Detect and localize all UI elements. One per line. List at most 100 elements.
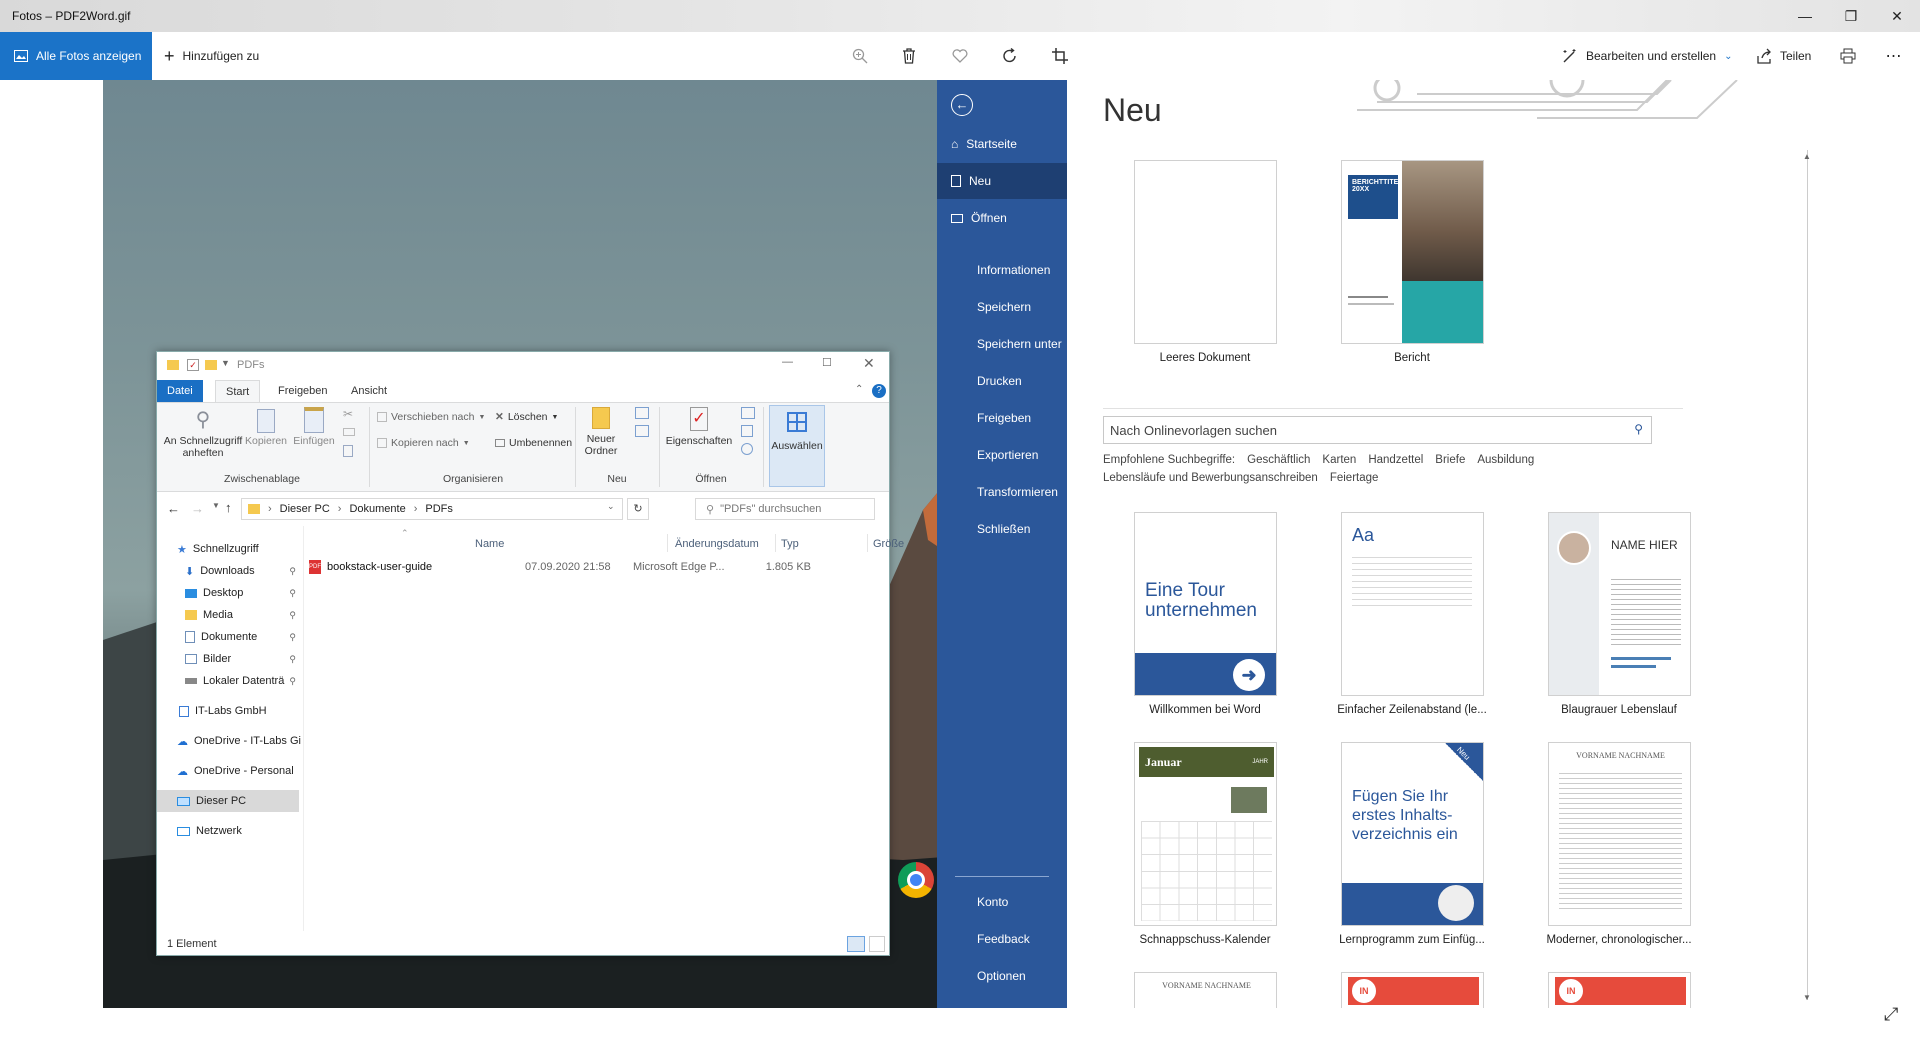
template-resume-partial[interactable]: VORNAME NACHNAME [1134,972,1277,1008]
sidebar-item-account[interactable]: Konto [977,895,1008,909]
nav-documents[interactable]: Dokumente ⚲ [157,626,302,648]
pin-quick-access-button[interactable]: ⚲ An Schnellzugriff anheften [163,407,243,459]
template-report[interactable]: BERICHTTITEL 20XX [1341,160,1484,344]
help-icon[interactable]: ? [872,384,886,398]
tab-start[interactable]: Start [215,380,261,402]
new-item-icon[interactable] [635,407,649,419]
template-in-partial[interactable]: IN [1341,972,1484,1008]
print-icon[interactable] [1828,32,1868,80]
back-arrow-icon[interactable]: ← [167,501,180,516]
restore-button[interactable]: ❐ [1828,0,1874,32]
recent-locations-icon[interactable]: ▼ [212,501,220,510]
nav-this-pc[interactable]: Dieser PC [157,790,299,812]
sidebar-item-close[interactable]: Schließen [977,522,1030,536]
table-row[interactable]: PDF bookstack-user-guide 07.09.2020 21:5… [307,556,885,578]
history-icon[interactable] [741,443,753,455]
back-arrow-icon[interactable]: ← [951,94,973,116]
nav-media[interactable]: Media ⚲ [157,604,302,626]
breadcrumb-pdfs[interactable]: PDFs [425,503,453,515]
fullscreen-icon[interactable]: ⤢ [1884,1004,1898,1025]
column-header-name[interactable]: Name [475,538,504,550]
properties-button[interactable]: ✓ Eigenschaften [663,407,735,447]
more-options-icon[interactable]: ⋯ [1874,32,1914,80]
explorer-maximize-button[interactable]: ☐ [822,356,832,369]
column-divider[interactable] [867,534,868,552]
crop-icon[interactable] [1040,32,1080,80]
quick-access-dropdown-icon[interactable]: ▼ [221,358,230,368]
share-button[interactable]: Teilen [1756,32,1811,80]
tab-share[interactable]: Freigeben [268,380,338,402]
properties-quick-icon[interactable]: ✓ [187,359,199,371]
cut-icon[interactable]: ✂ [343,407,353,421]
template-welcome[interactable]: Eine Tour unternehmen ➜ [1134,512,1277,696]
forward-arrow-icon[interactable]: → [191,501,204,516]
breadcrumb-this-pc[interactable]: Dieser PC [280,503,330,515]
column-divider[interactable] [667,534,668,552]
add-to-button[interactable]: + Hinzufügen zu [164,32,259,80]
template-search-field[interactable]: Nach Onlinevorlagen suchen ⚲ [1103,416,1652,444]
nav-network[interactable]: Netzwerk [157,820,302,842]
favorite-icon[interactable] [940,32,980,80]
sidebar-item-print[interactable]: Drucken [977,374,1022,388]
copy-button[interactable]: Kopieren [243,407,289,447]
scroll-down-icon[interactable]: ▼ [1803,993,1811,1002]
template-snapshot-calendar[interactable]: Januar JAHR [1134,742,1277,926]
up-arrow-icon[interactable]: ↑ [225,500,232,515]
copy-path-icon[interactable] [343,428,355,436]
explorer-minimize-button[interactable]: — [782,356,793,368]
paste-button[interactable]: Einfügen [289,407,339,447]
keyword-link[interactable]: Feiertage [1330,472,1379,484]
details-view-icon[interactable] [847,936,865,952]
edit-create-button[interactable]: Bearbeiten und erstellen ⌄ [1562,32,1732,80]
keyword-link[interactable]: Lebensläufe und Bewerbungsanschreiben [1103,472,1318,484]
column-header-size[interactable]: Größe [873,538,904,550]
open-icon[interactable] [741,407,755,419]
search-field[interactable]: ⚲ "PDFs" durchsuchen [695,498,875,520]
keyword-link[interactable]: Briefe [1435,454,1465,466]
refresh-icon[interactable]: ↻ [627,498,649,520]
nav-downloads[interactable]: ⬇ Downloads ⚲ [157,560,302,582]
keyword-link[interactable]: Geschäftlich [1247,454,1310,466]
collapse-ribbon-icon[interactable]: ⌃ [855,384,863,395]
sidebar-item-options[interactable]: Optionen [977,969,1026,983]
tab-view[interactable]: Ansicht [341,380,397,402]
template-toc-tutorial[interactable]: Neu Fügen Sie Ihr erstes Inhalts-verzeic… [1341,742,1484,926]
nav-pictures[interactable]: Bilder ⚲ [157,648,302,670]
sidebar-item-transform[interactable]: Transformieren [977,485,1058,499]
large-icons-view-icon[interactable] [869,936,885,952]
search-icon[interactable]: ⚲ [1634,422,1643,436]
sidebar-item-open[interactable]: Öffnen [937,200,1067,236]
easy-access-icon[interactable] [635,425,649,437]
nav-desktop[interactable]: Desktop ⚲ [157,582,302,604]
nav-it-labs[interactable]: IT-Labs GmbH [157,700,302,722]
keyword-link[interactable]: Handzettel [1368,454,1423,466]
new-folder-quick-icon[interactable] [205,360,217,370]
template-blank[interactable] [1134,160,1277,344]
close-button[interactable]: ✕ [1874,0,1920,32]
template-modern-resume[interactable]: VORNAME NACHNAME [1548,742,1691,926]
keyword-link[interactable]: Ausbildung [1477,454,1534,466]
rotate-icon[interactable] [990,32,1030,80]
select-button[interactable]: Auswählen [769,405,825,487]
edit-icon[interactable] [741,425,753,437]
keyword-link[interactable]: Karten [1322,454,1356,466]
sidebar-item-share[interactable]: Freigeben [977,411,1031,425]
column-divider[interactable] [775,534,776,552]
sidebar-item-info[interactable]: Informationen [977,263,1050,277]
address-dropdown-icon[interactable]: ⌄ [607,501,615,512]
minimize-button[interactable]: — [1782,0,1828,32]
column-header-type[interactable]: Typ [781,538,799,550]
word-scrollbar[interactable] [1807,150,1808,1000]
template-single-spaced[interactable]: Aa [1341,512,1484,696]
sidebar-item-export[interactable]: Exportieren [977,448,1038,462]
nav-onedrive-personal[interactable]: ☁ OneDrive - Personal [157,760,302,782]
delete-icon[interactable] [889,32,929,80]
all-photos-button[interactable]: Alle Fotos anzeigen [0,32,152,80]
sidebar-item-save-as[interactable]: Speichern unter [977,337,1062,351]
template-in-partial-2[interactable]: IN [1548,972,1691,1008]
template-bluegrey-resume[interactable]: NAME HIER [1548,512,1691,696]
paste-shortcut-icon[interactable] [343,445,353,457]
zoom-icon[interactable] [840,32,880,80]
explorer-close-button[interactable]: ✕ [863,355,875,372]
sidebar-item-new[interactable]: Neu [937,163,1067,199]
